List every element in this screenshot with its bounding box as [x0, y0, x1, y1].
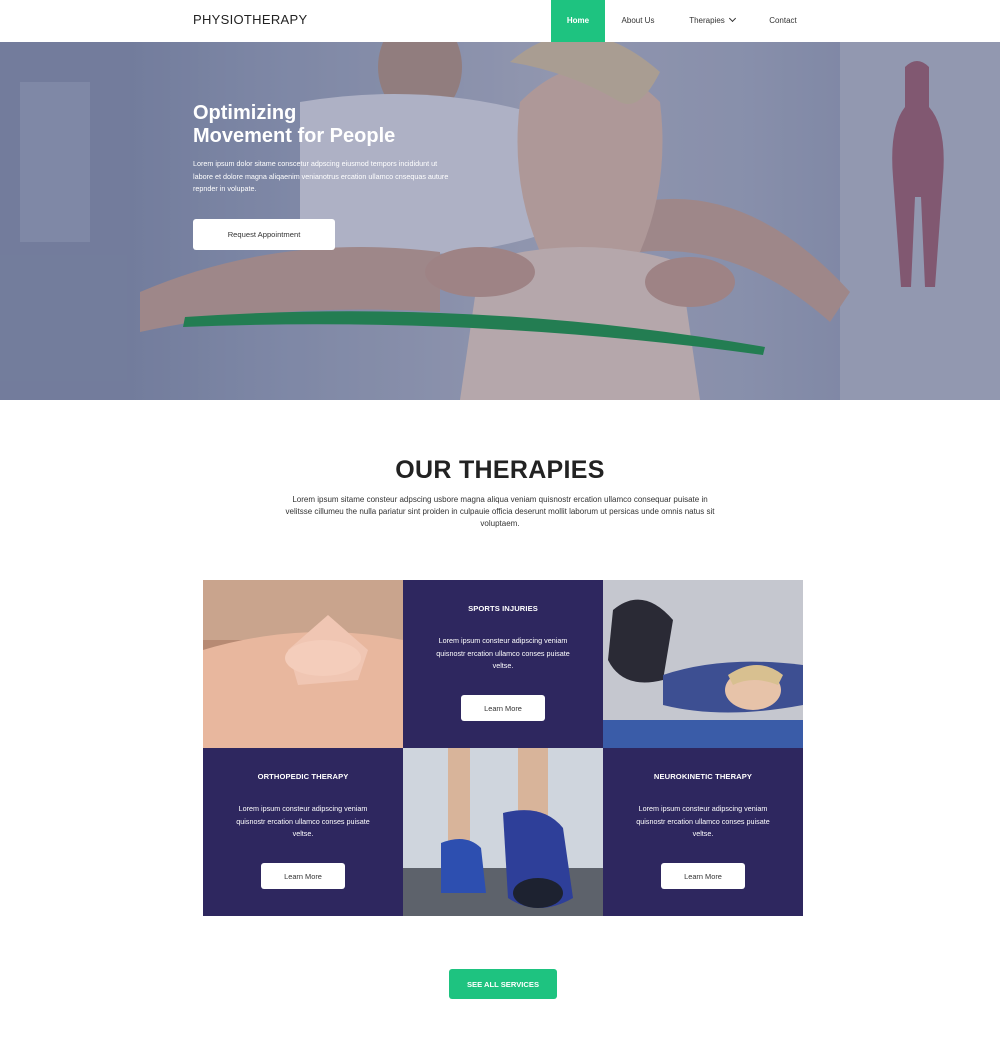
therapy-card-title: SPORTS INJURIES	[468, 604, 538, 613]
therapy-card-title: ORTHOPEDIC THERAPY	[257, 772, 349, 781]
hero-title-line-2: Movement for People	[193, 125, 396, 147]
hero-title-line-1: Optimizing	[193, 102, 297, 124]
therapy-card-text: Lorem ipsum consteur adipscing veniam qu…	[436, 636, 570, 670]
stretching-photo	[603, 580, 803, 748]
see-all-services-button[interactable]: SEE ALL SERVICES	[449, 969, 557, 999]
hero-banner: Optimizing Movement for People Lorem ips…	[0, 42, 1000, 400]
nav-item-contact[interactable]: Contact	[756, 0, 810, 42]
therapy-card-title: NEUROKINETIC THERAPY	[653, 772, 753, 781]
massage-photo	[203, 580, 403, 748]
hero-title: Optimizing Movement for People	[193, 102, 493, 148]
nav-item-home[interactable]: Home	[551, 0, 605, 42]
therapy-card-text: Lorem ipsum consteur adipscing veniam qu…	[236, 804, 370, 838]
nav-item-therapies[interactable]: Therapies	[676, 0, 748, 42]
site-logo[interactable]: PHYSIOTHERAPY	[193, 12, 307, 27]
therapies-intro: Lorem ipsum sitame consteur adpscing usb…	[285, 495, 715, 528]
hero-overlay	[0, 42, 1000, 400]
chevron-down-icon	[728, 14, 736, 23]
therapy-card-text: Lorem ipsum consteur adipscing veniam qu…	[636, 804, 770, 838]
learn-more-button[interactable]: Learn More	[661, 863, 745, 889]
top-navigation: PHYSIOTHERAPY Home About Us Therapies Co…	[0, 0, 1000, 42]
therapy-card-neurokinetic-therapy: NEUROKINETIC THERAPY Lorem ipsum consteu…	[603, 748, 803, 916]
hero-description: Lorem ipsum dolor sitame conscetur adpsc…	[193, 159, 449, 193]
therapies-heading: OUR THERAPIES	[395, 456, 605, 484]
nav-item-therapies-label: Therapies	[689, 16, 725, 25]
therapy-card-orthopedic-therapy: ORTHOPEDIC THERAPY Lorem ipsum consteur …	[203, 748, 403, 916]
learn-more-button[interactable]: Learn More	[261, 863, 345, 889]
running-shoes-photo	[403, 748, 603, 916]
therapy-card-sports-injuries: SPORTS INJURIES Lorem ipsum consteur adi…	[403, 580, 603, 748]
request-appointment-button[interactable]: Request Appointment	[193, 219, 335, 250]
therapies-grid: SPORTS INJURIES Lorem ipsum consteur adi…	[203, 580, 803, 916]
nav-item-about-us[interactable]: About Us	[610, 0, 666, 42]
learn-more-button[interactable]: Learn More	[461, 695, 545, 721]
